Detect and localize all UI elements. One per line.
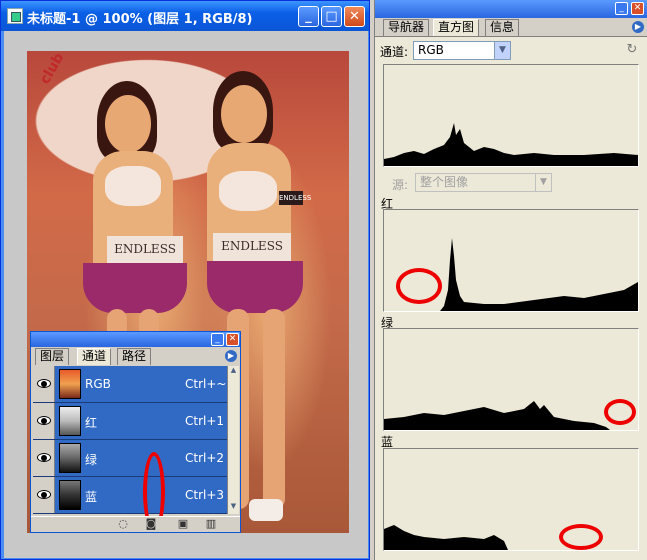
histogram-green-graph [384,401,610,430]
left-belt-text: ENDLESS [114,242,176,256]
panel-close-button[interactable]: ✕ [226,333,239,346]
source-select-value: 整个图像 [420,175,469,189]
save-selection-icon[interactable]: ◙ [145,518,157,530]
channel-name: 蓝 [85,490,98,504]
document-window: 未标题-1 @ 100% (图层 1, RGB/8) _ □ ✕ club en… [0,0,370,560]
chevron-down-icon: ▼ [535,174,551,191]
left-girl-top [105,166,161,206]
visibility-toggle[interactable] [33,403,55,439]
right-girl-top [219,171,277,211]
right-girl-face [221,85,267,143]
channel-thumbnail [59,369,81,399]
chevron-down-icon[interactable]: ▼ [494,42,510,59]
channel-row-blue[interactable]: 蓝 Ctrl+3 [33,477,227,514]
document-title: 未标题-1 @ 100% (图层 1, RGB/8) [27,12,253,27]
close-button[interactable]: ✕ [344,6,365,27]
channel-select-value: RGB [418,43,444,57]
left-girl-face [105,95,151,153]
trash-icon[interactable]: ▥ [205,518,217,530]
channels-list: RGB Ctrl+~ 红 Ctrl+1 绿 Ctrl+2 蓝 Ctrl+3 [33,366,227,532]
arm-band: ENDLESS [279,191,311,205]
right-girl-shoe [249,499,283,521]
channel-row-red[interactable]: 红 Ctrl+1 [33,403,227,440]
eye-icon[interactable] [37,379,51,388]
source-select: 整个图像 ▼ [415,173,552,192]
channel-shortcut: Ctrl+2 [185,451,225,465]
red-annotation-ellipse [604,399,636,425]
visibility-toggle[interactable] [33,477,55,513]
eye-icon[interactable] [37,416,51,425]
source-label: 源: [392,178,409,192]
channel-shortcut: Ctrl+~ [185,377,227,391]
channel-shortcut: Ctrl+1 [185,414,225,428]
tab-navigator[interactable]: 导航器 [383,19,430,36]
right-belt-text: ENDLESS [221,239,283,253]
refresh-icon[interactable]: ↻ [625,43,639,57]
channel-name: 绿 [85,453,98,467]
new-channel-icon[interactable]: ▣ [177,518,189,530]
histogram-panel: _ ✕ 导航器 直方图 信息 ▶ 通道: RGB ▼ ↻ 源: 整个图像 ▼ 红 [374,0,647,560]
channel-name: 红 [85,416,98,430]
visibility-toggle[interactable] [33,440,55,476]
panel-menu-arrow-icon[interactable]: ▶ [632,21,644,33]
channel-select[interactable]: RGB ▼ [413,41,511,60]
right-belt: ENDLESS [213,233,291,263]
panel-close-button[interactable]: ✕ [631,2,644,15]
tab-info[interactable]: 信息 [485,19,520,36]
histogram-green [383,328,639,431]
histogram-body: 通道: RGB ▼ ↻ 源: 整个图像 ▼ 红 绿 蓝 [375,36,647,560]
maximize-button[interactable]: □ [321,6,342,27]
panel-menu-arrow-icon[interactable]: ▶ [225,350,237,362]
channel-name: RGB [85,377,111,391]
left-skirt [83,263,187,313]
channels-panel-title-bar[interactable]: _ ✕ [31,332,240,347]
tab-channels[interactable]: 通道 [77,348,112,365]
channels-footer: ◌ ◙ ▣ ▥ [31,516,240,532]
histogram-blue [383,448,639,551]
document-title-bar[interactable]: 未标题-1 @ 100% (图层 1, RGB/8) _ □ ✕ [1,1,369,31]
histogram-title-bar[interactable]: _ ✕ [375,0,647,18]
panel-minimize-button[interactable]: _ [615,2,628,15]
red-annotation-ellipse [396,268,442,304]
channel-label: 通道: [380,45,409,59]
eye-icon[interactable] [37,453,51,462]
histogram-rgb [383,64,639,167]
channel-thumbnail [59,480,81,510]
tab-paths[interactable]: 路径 [117,348,152,365]
histogram-red [383,209,639,312]
channel-shortcut: Ctrl+3 [185,488,225,502]
channel-row-green[interactable]: 绿 Ctrl+2 [33,440,227,477]
red-annotation-ellipse [559,524,603,550]
channels-scrollbar[interactable]: ▲ ▼ [227,366,239,514]
channels-panel: _ ✕ 图层 通道 路径 ▶ RGB Ctrl+~ 红 Ctrl+1 绿 Ctr… [30,331,241,533]
umbrella [27,51,349,181]
right-girl-leg-b [263,309,285,509]
tab-layers[interactable]: 图层 [35,348,70,365]
eye-icon[interactable] [37,490,51,499]
channel-row-rgb[interactable]: RGB Ctrl+~ [33,366,227,403]
right-skirt [207,261,303,313]
scroll-up-arrow-icon[interactable]: ▲ [228,366,239,377]
load-selection-icon[interactable]: ◌ [117,518,129,530]
channel-thumbnail [59,443,81,473]
scroll-down-arrow-icon[interactable]: ▼ [228,502,239,513]
minimize-button[interactable]: _ [298,6,319,27]
tab-histogram[interactable]: 直方图 [433,19,480,36]
left-belt: ENDLESS [107,236,183,266]
panel-minimize-button[interactable]: _ [211,333,224,346]
channel-thumbnail [59,406,81,436]
photoshop-document-icon [7,8,23,24]
visibility-toggle[interactable] [33,366,55,402]
histogram-rgb-graph [384,123,638,166]
